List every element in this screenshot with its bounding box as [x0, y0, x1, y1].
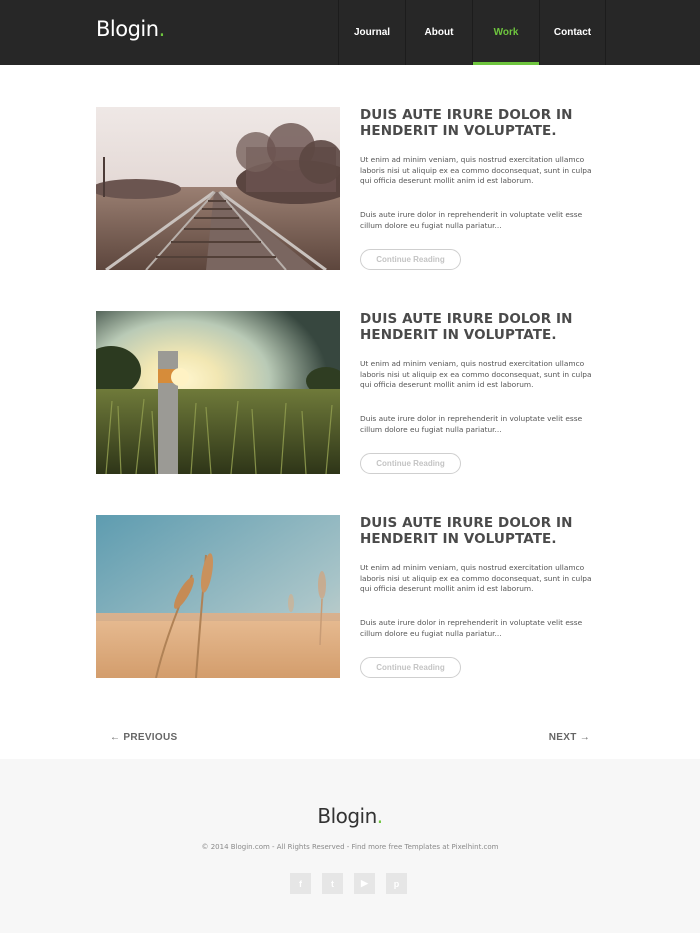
pinterest-icon[interactable]: p: [386, 873, 407, 894]
social-links: f t ▶ p: [290, 873, 407, 894]
post-excerpt-secondary: Duis aute irure dolor in reprehenderit i…: [360, 618, 583, 638]
post-image-railroad[interactable]: [96, 107, 340, 270]
post-excerpt-secondary: Duis aute irure dolor in reprehenderit i…: [360, 210, 583, 230]
nav-about[interactable]: About: [405, 0, 472, 65]
main-nav: Journal About Work Contact: [338, 0, 606, 65]
previous-page-link[interactable]: ← PREVIOUS: [110, 732, 177, 743]
nav-work[interactable]: Work: [472, 0, 539, 65]
footer-logo-text: Blogin: [317, 804, 377, 828]
copyright-text: © 2014 Blogin.com - All Rights Reserved …: [201, 843, 499, 851]
next-page-link[interactable]: NEXT →: [549, 732, 590, 743]
continue-reading-button[interactable]: Continue Reading: [360, 249, 461, 270]
twitter-icon[interactable]: t: [322, 873, 343, 894]
blog-post: DUIS AUTE IRURE DOLOR IN HENDERIT IN VOL…: [96, 311, 606, 475]
post-title[interactable]: DUIS AUTE IRURE DOLOR IN HENDERIT IN VOL…: [360, 311, 600, 343]
post-title[interactable]: DUIS AUTE IRURE DOLOR IN HENDERIT IN VOL…: [360, 515, 600, 547]
facebook-icon[interactable]: f: [290, 873, 311, 894]
youtube-icon[interactable]: ▶: [354, 873, 375, 894]
logo-dot: .: [158, 17, 166, 41]
nav-contact[interactable]: Contact: [539, 0, 606, 65]
site-footer: Blogin. © 2014 Blogin.com - All Rights R…: [0, 759, 700, 933]
post-image-sunset-field[interactable]: [96, 311, 340, 474]
continue-reading-button[interactable]: Continue Reading: [360, 657, 461, 678]
continue-reading-button[interactable]: Continue Reading: [360, 453, 461, 474]
post-excerpt-secondary: Duis aute irure dolor in reprehenderit i…: [360, 414, 583, 434]
post-excerpt: Ut enim ad minim veniam, quis nostrud ex…: [360, 155, 592, 185]
blog-post: DUIS AUTE IRURE DOLOR IN HENDERIT IN VOL…: [96, 107, 606, 271]
footer-logo[interactable]: Blogin.: [0, 804, 700, 828]
site-logo[interactable]: Blogin.: [96, 17, 165, 41]
post-excerpt: Ut enim ad minim veniam, quis nostrud ex…: [360, 563, 592, 593]
post-excerpt: Ut enim ad minim veniam, quis nostrud ex…: [360, 359, 592, 389]
nav-journal[interactable]: Journal: [338, 0, 405, 65]
logo-text: Blogin: [96, 17, 159, 41]
post-title[interactable]: DUIS AUTE IRURE DOLOR IN HENDERIT IN VOL…: [360, 107, 600, 139]
blog-post: DUIS AUTE IRURE DOLOR IN HENDERIT IN VOL…: [96, 515, 606, 679]
site-header: Blogin. Journal About Work Contact: [0, 0, 700, 65]
post-image-wheat-field[interactable]: [96, 515, 340, 678]
footer-logo-dot: .: [376, 804, 383, 828]
